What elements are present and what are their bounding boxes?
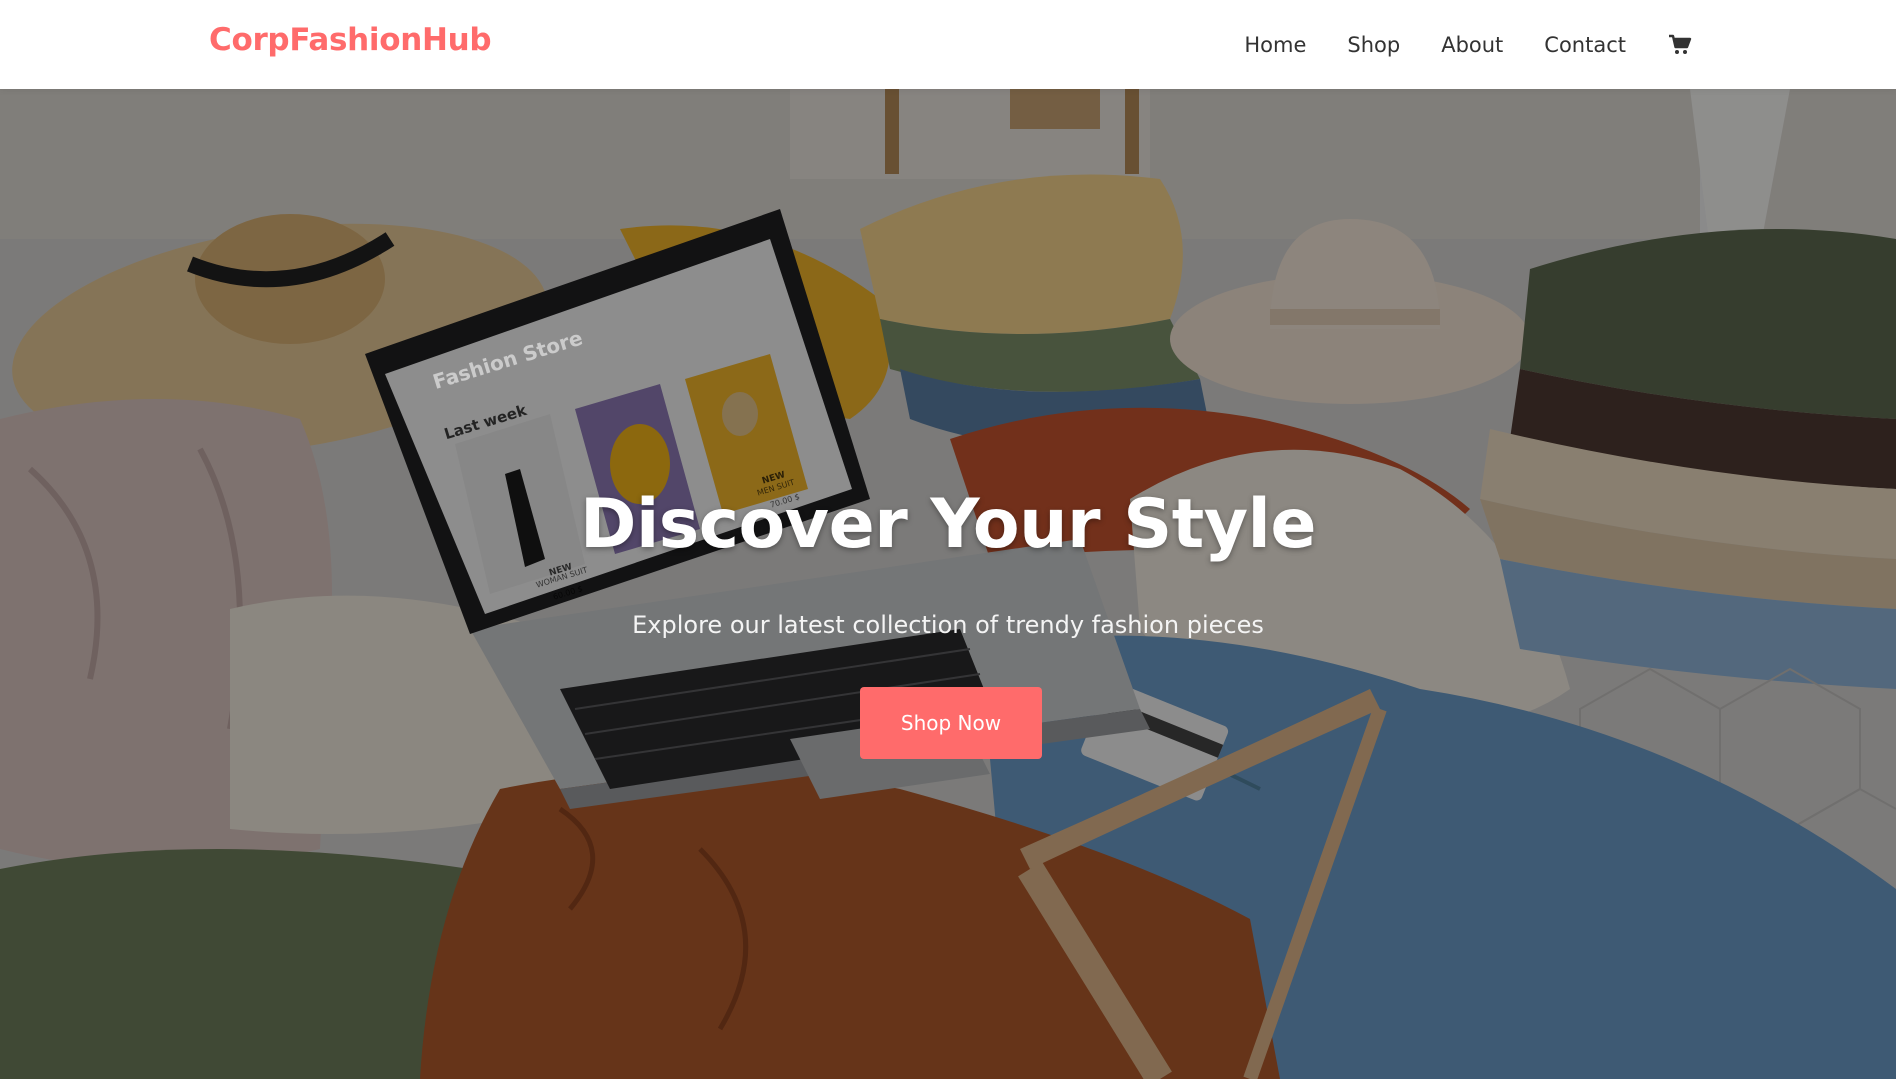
hero-subtitle: Explore our latest collection of trendy … <box>632 611 1264 639</box>
nav-home-link[interactable]: Home <box>1244 33 1306 57</box>
shop-now-button[interactable]: Shop Now <box>860 687 1042 759</box>
hero-content: Discover Your Style Explore our latest c… <box>0 89 1896 1079</box>
nav-contact-link[interactable]: Contact <box>1544 33 1626 57</box>
hero-title: Discover Your Style <box>580 485 1316 564</box>
hero-section: Fashion Store Last week NEW WOMAN SUIT 6… <box>0 89 1896 1079</box>
brand-logo[interactable]: CorpFashionHub <box>209 22 492 58</box>
navbar: CorpFashionHub Home Shop About Contact <box>0 0 1896 89</box>
shopping-cart-icon[interactable] <box>1668 34 1692 56</box>
nav-shop-link[interactable]: Shop <box>1347 33 1400 57</box>
nav-about-link[interactable]: About <box>1441 33 1503 57</box>
nav-links: Home Shop About Contact <box>1244 0 1692 89</box>
